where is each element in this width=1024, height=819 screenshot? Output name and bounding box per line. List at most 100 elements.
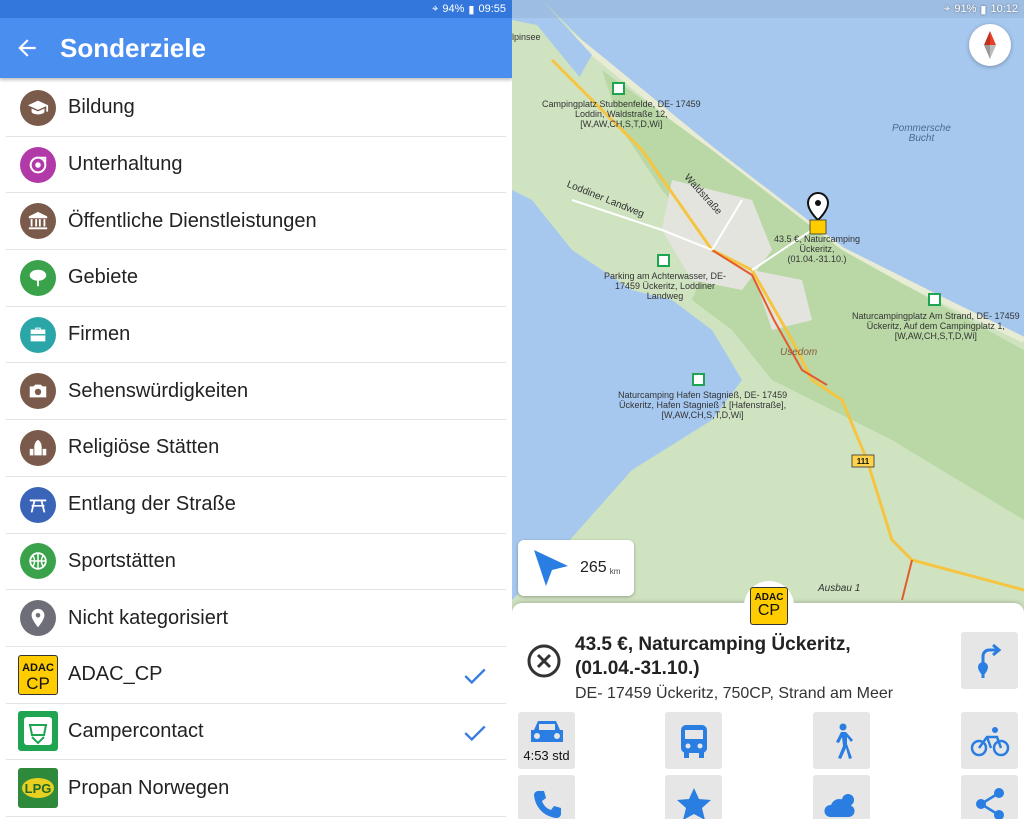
page-title: Sonderziele	[60, 32, 206, 63]
adac-cp-icon: ADAC CP	[18, 654, 58, 695]
list-item-bildung[interactable]: Bildung	[6, 80, 506, 137]
favorite-button[interactable]	[665, 775, 722, 819]
poi-label: 43.5 €, Naturcamping Ückeritz, (01.04.-3…	[774, 234, 861, 264]
list-item-label: Entlang der Straße	[68, 493, 236, 516]
list-item-adac-cp[interactable]: ADAC CP ADAC_CP	[6, 647, 506, 704]
list-item-gebiete[interactable]: Gebiete	[6, 250, 506, 307]
list-item-label: Sehenswürdigkeiten	[68, 379, 249, 402]
poi-label: Campingplatz Stubbenfelde, DE- 17459 Lod…	[542, 99, 701, 129]
checkmark-icon	[464, 725, 486, 741]
list-item-label: ADAC_CP	[68, 663, 163, 686]
weather-icon	[823, 793, 855, 817]
campercontact-marker[interactable]	[657, 254, 670, 267]
campercontact-icon	[18, 711, 58, 752]
arrow-back-icon	[18, 39, 36, 57]
road-number: 111	[857, 457, 870, 466]
lpg-icon: LPG	[18, 768, 58, 809]
poi-address: DE- 17459 Ückeritz, 750CP, Strand am Mee…	[575, 685, 894, 702]
list-item-label: Campercontact	[68, 719, 204, 742]
campercontact-marker[interactable]	[612, 82, 625, 95]
list-item-unterhaltung[interactable]: Unterhaltung	[6, 137, 506, 194]
svg-text:ADAC: ADAC	[22, 662, 54, 674]
badge-bottom-text: CP	[757, 602, 781, 619]
list-item-label: Propan Norwegen	[68, 776, 230, 799]
adac-cp-badge: ADAC CP	[744, 581, 794, 631]
map-panel: 111 lpinsee Pommersche Bucht Loddiner La…	[512, 0, 1024, 819]
list-item-campercontact[interactable]: Campercontact	[6, 704, 506, 761]
compass-button[interactable]	[969, 24, 1011, 66]
status-bar: ⌖ 91% ▮ 10:12	[512, 0, 1024, 18]
bus-icon	[680, 724, 707, 758]
car-travel-time: 4:53 std	[523, 748, 570, 763]
walking-icon	[835, 723, 853, 759]
car-button[interactable]: 4:53 std	[518, 712, 575, 769]
app-bar: Sonderziele	[0, 18, 512, 78]
list-item-label: Nicht kategorisiert	[68, 606, 229, 629]
graduation-cap-icon	[20, 89, 56, 126]
call-button[interactable]	[518, 775, 575, 819]
list-item-sehenswuerdigkeiten[interactable]: Sehenswürdigkeiten	[6, 363, 506, 421]
poi-label: Naturcampingplatz Am Strand, DE- 17459 Ü…	[852, 311, 1020, 341]
poi-category-panel: ⌖ 94% ▮ 09:55 Sonderziele Bildung Unterh…	[0, 0, 512, 819]
campercontact-marker[interactable]	[928, 293, 941, 306]
camera-icon	[20, 373, 56, 410]
church-icon	[20, 429, 56, 466]
list-item-nicht-kategorisiert[interactable]: Nicht kategorisiert	[6, 590, 506, 647]
list-item-firmen[interactable]: Firmen	[6, 307, 506, 364]
distance-unit: km	[609, 566, 621, 576]
location-icon: ⌖	[944, 2, 951, 15]
phone-icon	[533, 790, 561, 818]
poi-label: Naturcamping Hafen Stagnieß, DE- 17459 Ü…	[618, 390, 788, 420]
list-item-label: Gebiete	[68, 266, 139, 289]
selected-location-pin[interactable]	[806, 191, 830, 235]
list-item-label: Firmen	[68, 323, 131, 346]
battery-icon: ▮	[980, 3, 987, 16]
list-item-entlang-der-strasse[interactable]: Entlang der Straße	[6, 477, 506, 534]
navigation-arrow-icon	[534, 550, 568, 586]
poi-detail-sheet: ADAC CP 43.5 €, Naturcamping Ückeritz, (…	[512, 581, 1024, 819]
share-icon	[975, 787, 1004, 819]
checkmark-icon	[464, 668, 486, 685]
distance-indicator[interactable]: 265 km	[518, 540, 634, 596]
map-label-bay: Pommersche Bucht	[892, 123, 951, 144]
car-icon	[530, 721, 563, 742]
location-icon: ⌖	[432, 2, 439, 15]
poi-title: 43.5 €, Naturcamping Ückeritz, (01.04.-3…	[575, 634, 851, 679]
briefcase-icon	[20, 316, 56, 353]
list-item-sportstaetten[interactable]: Sportstätten	[6, 534, 506, 591]
share-button[interactable]	[961, 775, 1018, 819]
clock: 09:55	[478, 3, 506, 15]
transit-button[interactable]	[665, 712, 722, 769]
bicycle-icon	[970, 726, 1009, 756]
entertainment-icon	[20, 146, 56, 183]
weather-button[interactable]	[813, 775, 870, 819]
list-item-label: Öffentliche Dienstleistungen	[68, 209, 317, 232]
pin-icon	[20, 600, 56, 637]
battery-level: 91%	[954, 3, 977, 15]
tree-icon	[20, 259, 56, 296]
list-item-label: Religiöse Stätten	[68, 436, 220, 459]
list-item-label: Unterhaltung	[68, 153, 183, 176]
route-button[interactable]	[961, 632, 1018, 689]
close-icon[interactable]	[526, 643, 562, 679]
campercontact-marker[interactable]	[692, 373, 705, 386]
bicycle-button[interactable]	[961, 712, 1018, 769]
svg-text:LPG: LPG	[25, 781, 52, 796]
list-item-oeffentliche-dienstleistungen[interactable]: Öffentliche Dienstleistungen	[6, 193, 506, 251]
back-button[interactable]	[0, 18, 54, 78]
list-item-religioese-staetten[interactable]: Religiöse Stätten	[6, 420, 506, 477]
list-item-label: Sportstätten	[68, 549, 176, 572]
star-icon	[676, 787, 711, 819]
category-list: Bildung Unterhaltung Öffentliche Dienstl…	[6, 80, 506, 817]
battery-icon: ▮	[468, 3, 475, 16]
list-item-label: Bildung	[68, 96, 135, 119]
map-label: lpinsee	[512, 32, 541, 42]
distance-value: 265	[580, 559, 607, 576]
picnic-table-icon	[20, 486, 56, 523]
list-item-propan-norwegen[interactable]: LPG Propan Norwegen	[6, 760, 506, 817]
walk-button[interactable]	[813, 712, 870, 769]
compass-icon	[984, 31, 996, 59]
route-turn-icon	[977, 643, 1001, 678]
poi-label: Parking am Achterwasser, DE- 17459 Ücker…	[604, 271, 727, 301]
basketball-icon	[20, 543, 56, 580]
